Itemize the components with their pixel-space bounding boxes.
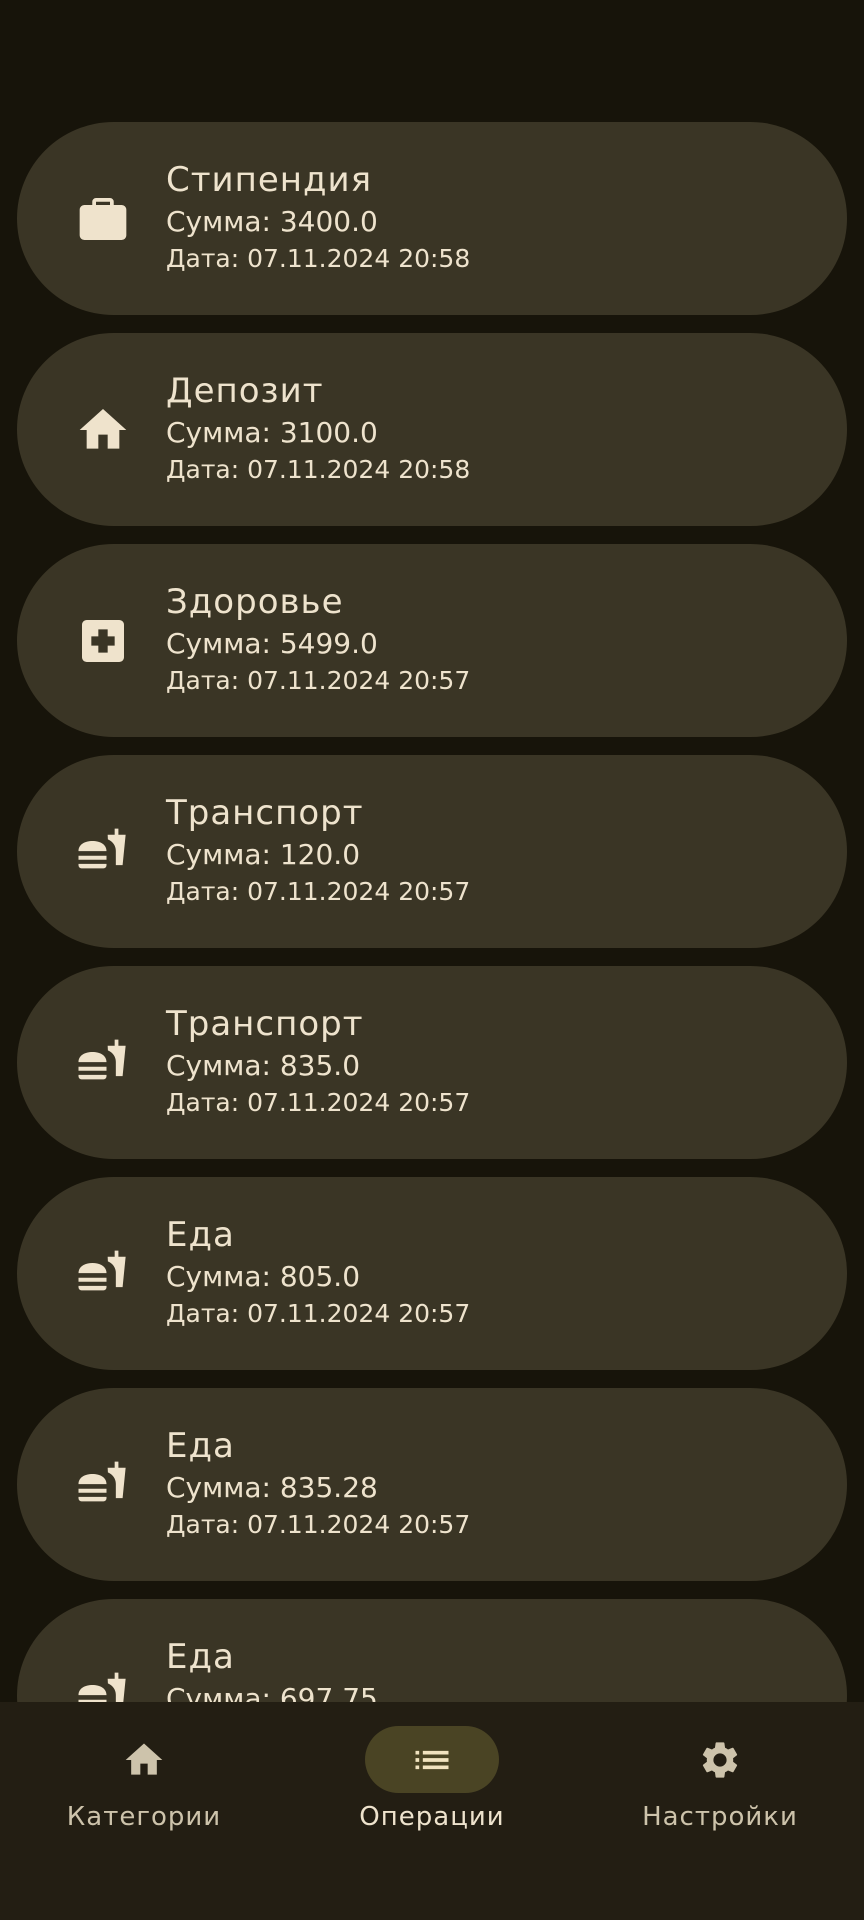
nav-item-settings[interactable]: Настройки — [576, 1702, 864, 1920]
operation-title: Транспорт — [166, 1004, 364, 1044]
operations-screen: Стипендия Сумма: 3400.0 Дата: 07.11.2024… — [0, 0, 864, 1920]
nav-label: Операции — [359, 1802, 505, 1832]
operation-card[interactable]: Еда Сумма: 697.75 — [17, 1599, 847, 1702]
operation-sum: Сумма: 120.0 — [166, 838, 361, 871]
bottom-navigation: Категории Операции Настройки — [0, 1702, 864, 1920]
operation-card[interactable]: Еда Сумма: 805.0 Дата: 07.11.2024 20:57 — [17, 1177, 847, 1370]
nav-pill — [653, 1726, 787, 1793]
operation-title: Депозит — [166, 371, 324, 411]
operation-sum: Сумма: 5499.0 — [166, 627, 378, 660]
operation-title: Еда — [166, 1637, 235, 1677]
gear-icon — [702, 1741, 738, 1778]
operation-sum: Сумма: 3400.0 — [166, 205, 378, 238]
fastfood-icon — [72, 1032, 134, 1094]
home-icon — [72, 399, 134, 461]
home-icon — [125, 1743, 163, 1775]
nav-label: Категории — [66, 1802, 222, 1832]
operation-date: Дата: 07.11.2024 20:57 — [166, 1299, 471, 1328]
nav-item-operations[interactable]: Операции — [288, 1702, 576, 1920]
fastfood-icon — [72, 821, 134, 883]
operation-date: Дата: 07.11.2024 20:57 — [166, 1510, 471, 1539]
nav-pill-active — [365, 1726, 499, 1793]
operation-card[interactable]: Транспорт Сумма: 120.0 Дата: 07.11.2024 … — [17, 755, 847, 948]
operation-date: Дата: 07.11.2024 20:57 — [166, 666, 471, 695]
operations-list[interactable]: Стипендия Сумма: 3400.0 Дата: 07.11.2024… — [0, 0, 864, 1702]
operation-title: Еда — [166, 1215, 235, 1255]
operation-title: Здоровье — [166, 582, 344, 622]
operation-title: Еда — [166, 1426, 235, 1466]
list-icon — [415, 1750, 449, 1769]
operation-card[interactable]: Еда Сумма: 835.28 Дата: 07.11.2024 20:57 — [17, 1388, 847, 1581]
fastfood-icon — [72, 1243, 134, 1305]
operation-card[interactable]: Стипендия Сумма: 3400.0 Дата: 07.11.2024… — [17, 122, 847, 315]
nav-label: Настройки — [642, 1802, 798, 1832]
nav-pill — [77, 1726, 211, 1793]
fastfood-icon — [72, 1665, 134, 1702]
operation-card[interactable]: Депозит Сумма: 3100.0 Дата: 07.11.2024 2… — [17, 333, 847, 526]
operation-card[interactable]: Здоровье Сумма: 5499.0 Дата: 07.11.2024 … — [17, 544, 847, 737]
briefcase-icon — [72, 188, 134, 250]
operation-date: Дата: 07.11.2024 20:57 — [166, 877, 471, 906]
operation-title: Стипендия — [166, 160, 373, 200]
operation-date: Дата: 07.11.2024 20:57 — [166, 1088, 471, 1117]
operation-sum: Сумма: 697.75 — [166, 1682, 378, 1702]
operation-date: Дата: 07.11.2024 20:58 — [166, 455, 471, 484]
operation-sum: Сумма: 805.0 — [166, 1260, 361, 1293]
operation-sum: Сумма: 835.0 — [166, 1049, 361, 1082]
operation-card[interactable]: Транспорт Сумма: 835.0 Дата: 07.11.2024 … — [17, 966, 847, 1159]
operation-sum: Сумма: 835.28 — [166, 1471, 378, 1504]
fastfood-icon — [72, 1454, 134, 1516]
nav-item-categories[interactable]: Категории — [0, 1702, 288, 1920]
operation-title: Транспорт — [166, 793, 364, 833]
medical-icon — [72, 610, 134, 672]
operation-date: Дата: 07.11.2024 20:58 — [166, 244, 471, 273]
operation-sum: Сумма: 3100.0 — [166, 416, 378, 449]
